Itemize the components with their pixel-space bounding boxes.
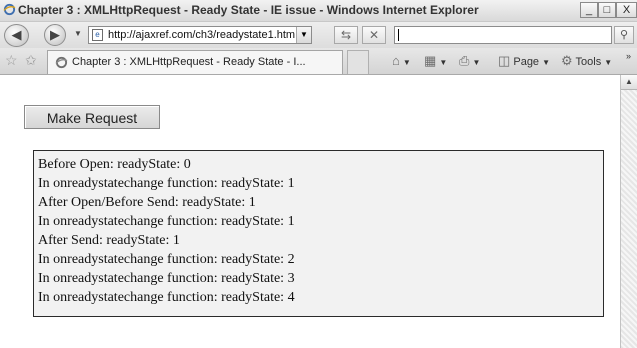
ie-logo-icon	[3, 3, 16, 16]
window-title: Chapter 3 : XMLHttpRequest - Ready State…	[18, 3, 479, 17]
stop-button[interactable]: ✕	[362, 26, 386, 44]
refresh-button[interactable]: ⇆	[334, 26, 358, 44]
page-menu-icon: ◫	[498, 53, 511, 68]
tab-label: Chapter 3 : XMLHttpRequest - Ready State…	[72, 56, 306, 68]
refresh-icon: ⇆	[340, 28, 352, 42]
vertical-scrollbar[interactable]: ▲	[620, 75, 637, 348]
home-icon: ⌂	[392, 53, 400, 68]
toolbar-overflow-button[interactable]: »	[626, 51, 631, 61]
magnifier-icon: ⚲	[619, 29, 629, 41]
forward-arrow-icon: ▶	[50, 27, 60, 42]
gear-icon: ⚙	[561, 53, 573, 68]
rss-feed-icon: ▦	[424, 53, 437, 68]
recent-pages-dropdown[interactable]: ▼	[74, 29, 82, 38]
star-icon: ☆	[5, 52, 18, 68]
address-field[interactable]: e http://ajaxref.com/ch3/readystate1.htm…	[88, 26, 312, 44]
add-star-icon: ✩	[25, 52, 37, 68]
address-dropdown-button[interactable]: ▼	[296, 27, 311, 43]
favorites-center-button[interactable]: ☆	[5, 52, 18, 69]
tab-toolbar: ☆ ✩ Chapter 3 : XMLHttpRequest - Ready S…	[0, 48, 637, 75]
output-line: In onreadystatechange function: readySta…	[38, 176, 295, 191]
back-button[interactable]: ◀	[4, 24, 29, 47]
output-line: After Send: readyState: 1	[38, 233, 180, 248]
page-menu-label: Page	[513, 56, 540, 68]
make-request-button[interactable]: Make Request	[24, 105, 160, 129]
address-toolbar: ◀ ▶ ▼ e http://ajaxref.com/ch3/readystat…	[0, 22, 637, 48]
printer-icon: ⎙	[459, 53, 470, 68]
output-line: After Open/Before Send: readyState: 1	[38, 195, 256, 210]
stop-icon: ✕	[368, 28, 380, 42]
output-line: In onreadystatechange function: readySta…	[38, 214, 295, 229]
output-line: In onreadystatechange function: readySta…	[38, 290, 295, 305]
page-icon: e	[92, 29, 103, 41]
address-url: http://ajaxref.com/ch3/readystate1.htm	[108, 29, 296, 41]
output-line: In onreadystatechange function: readySta…	[38, 252, 295, 267]
tab-active[interactable]: Chapter 3 : XMLHttpRequest - Ready State…	[47, 50, 343, 74]
output-panel: Before Open: readyState: 0 In onreadysta…	[33, 150, 604, 317]
scroll-up-button[interactable]: ▲	[621, 75, 637, 90]
add-favorite-button[interactable]: ✩	[25, 52, 37, 69]
feeds-button[interactable]: ▦ ▼	[424, 53, 447, 69]
maximize-button[interactable]: □	[598, 2, 616, 18]
page-menu-button[interactable]: ◫ Page ▼	[498, 53, 550, 69]
search-button[interactable]: ⚲	[614, 26, 634, 44]
ie-page-icon	[55, 56, 68, 69]
chevron-up-icon: ▲	[625, 77, 633, 86]
output-line: Before Open: readyState: 0	[38, 157, 191, 172]
tools-menu-label: Tools	[575, 56, 602, 68]
title-bar: Chapter 3 : XMLHttpRequest - Ready State…	[0, 0, 637, 22]
home-button[interactable]: ⌂ ▼	[392, 53, 411, 68]
tools-menu-button[interactable]: ⚙ Tools ▼	[561, 53, 612, 69]
close-button[interactable]: X	[616, 2, 637, 18]
minimize-button[interactable]: _	[580, 2, 598, 18]
search-input[interactable]	[394, 26, 612, 44]
new-tab-button[interactable]	[347, 50, 369, 74]
text-caret	[398, 29, 399, 41]
page-viewport: Make Request Before Open: readyState: 0 …	[0, 75, 620, 348]
forward-button[interactable]: ▶	[44, 24, 66, 46]
back-arrow-icon: ◀	[11, 27, 22, 42]
output-line: In onreadystatechange function: readySta…	[38, 271, 295, 286]
print-button[interactable]: ⎙ ▼	[459, 53, 480, 69]
